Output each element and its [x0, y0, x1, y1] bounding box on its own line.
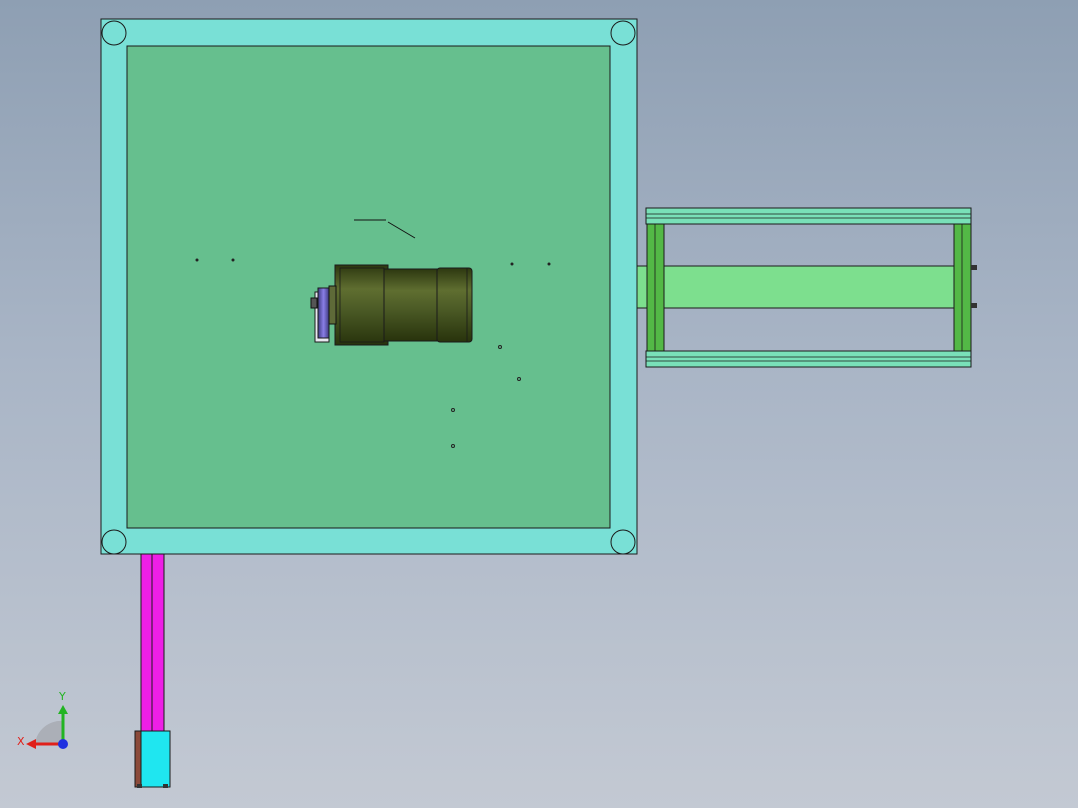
- y-axis-arrow: [58, 705, 68, 714]
- rail-structure[interactable]: [636, 207, 977, 368]
- axis-triad: [26, 705, 68, 749]
- rail-bottom-beam: [645, 350, 972, 368]
- z-axis-dot: [58, 739, 68, 749]
- cad-viewport[interactable]: X Y: [0, 0, 1078, 808]
- y-axis-label: Y: [58, 690, 66, 703]
- x-axis-arrow: [26, 739, 36, 749]
- vertical-slide[interactable]: [134, 553, 171, 788]
- rail-bar: [636, 265, 958, 309]
- x-axis-label: X: [17, 735, 25, 748]
- rail-right-post: [953, 223, 972, 352]
- rail-top-beam: [645, 207, 972, 225]
- motor-assembly[interactable]: [334, 264, 473, 346]
- rail-left-post: [646, 223, 665, 352]
